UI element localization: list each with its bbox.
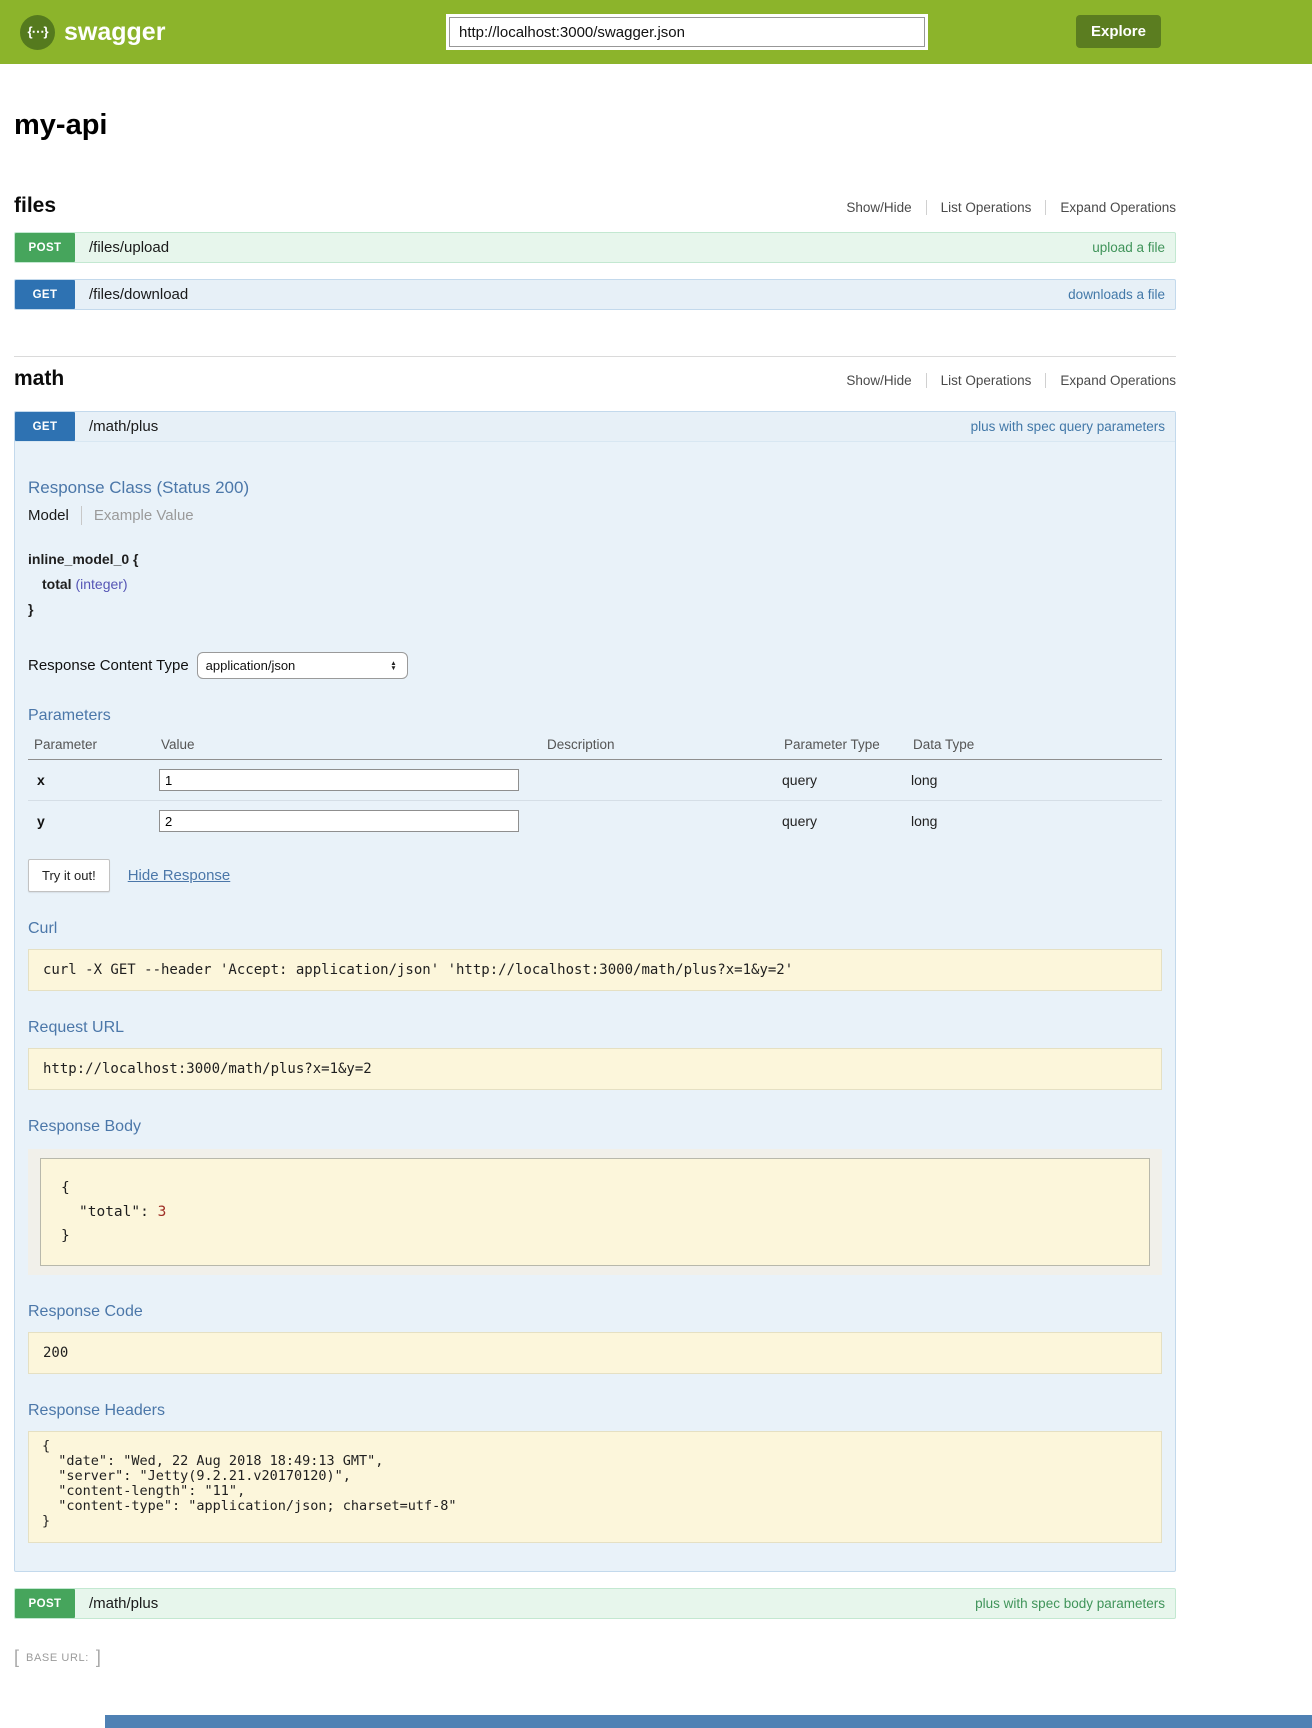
files-section-ops: Show/Hide List Operations Expand Operati… bbox=[832, 200, 1176, 215]
explore-button[interactable]: Explore bbox=[1076, 15, 1161, 48]
model-open-line: inline_model_0 { bbox=[28, 547, 1162, 572]
operation-content: Response Class (Status 200) Model Exampl… bbox=[15, 478, 1175, 1571]
endpoint-path[interactable]: /math/plus bbox=[89, 418, 158, 435]
col-description: Description bbox=[541, 729, 778, 760]
tab-example-value[interactable]: Example Value bbox=[94, 507, 194, 524]
files-section-title: files bbox=[14, 194, 56, 218]
select-arrows-icon: ▲▼ bbox=[390, 661, 396, 671]
response-class-heading: Response Class (Status 200) bbox=[28, 478, 1162, 498]
response-content-type-row: Response Content Type application/json ▲… bbox=[28, 652, 1162, 679]
list-operations-link[interactable]: List Operations bbox=[927, 373, 1047, 388]
base-url-footer: [ BASE URL: ] bbox=[14, 1647, 1176, 1668]
swagger-logo-icon: {⋯} bbox=[20, 15, 55, 50]
parameters-table: Parameter Value Description Parameter Ty… bbox=[28, 729, 1162, 841]
header-bar: {⋯} swagger Explore bbox=[0, 0, 1312, 64]
response-content-type-label: Response Content Type bbox=[28, 657, 189, 674]
try-it-out-button[interactable]: Try it out! bbox=[28, 859, 110, 892]
endpoint-row-get-files-download[interactable]: GET /files/download downloads a file bbox=[14, 279, 1176, 310]
parameter-row-y: y query long bbox=[28, 801, 1162, 842]
math-section-header: math Show/Hide List Operations Expand Op… bbox=[14, 367, 1176, 391]
col-parameter-type: Parameter Type bbox=[778, 729, 907, 760]
model-property-type: (integer) bbox=[75, 576, 127, 592]
response-code-box: 200 bbox=[28, 1332, 1162, 1374]
tab-model[interactable]: Model bbox=[28, 507, 69, 524]
response-body-json: { "total": 3 } bbox=[40, 1158, 1150, 1266]
page-title: my-api bbox=[14, 108, 1176, 142]
files-section-header: files Show/Hide List Operations Expand O… bbox=[14, 194, 1176, 218]
param-description bbox=[541, 760, 778, 801]
endpoint-summary-link[interactable]: downloads a file bbox=[1068, 287, 1165, 302]
method-badge-get: GET bbox=[15, 280, 75, 309]
json-total-line: "total": 3 bbox=[61, 1200, 1129, 1224]
json-open-brace: { bbox=[61, 1176, 1129, 1200]
response-body-heading: Response Body bbox=[28, 1118, 1162, 1136]
swagger-logo-text: swagger bbox=[64, 18, 165, 47]
col-parameter: Parameter bbox=[28, 729, 155, 760]
endpoint-expanded-get-math-plus: GET /math/plus plus with spec query para… bbox=[14, 411, 1176, 1572]
method-badge-post: POST bbox=[15, 233, 75, 262]
model-signature: inline_model_0 { total (integer) } bbox=[28, 547, 1162, 622]
request-url-heading: Request URL bbox=[28, 1019, 1162, 1037]
hide-response-link[interactable]: Hide Response bbox=[128, 867, 231, 884]
param-description bbox=[541, 801, 778, 842]
curl-heading: Curl bbox=[28, 920, 1162, 938]
response-headers-box: { "date": "Wed, 22 Aug 2018 18:49:13 GMT… bbox=[28, 1431, 1162, 1543]
param-data-type: long bbox=[907, 760, 1162, 801]
json-key: "total": bbox=[79, 1204, 149, 1220]
param-name: x bbox=[28, 760, 155, 801]
tab-separator bbox=[81, 506, 82, 525]
endpoint-summary-link[interactable]: upload a file bbox=[1092, 240, 1165, 255]
bracket-right: ] bbox=[96, 1647, 101, 1668]
endpoint-row-post-files-upload[interactable]: POST /files/upload upload a file bbox=[14, 232, 1176, 263]
model-property-line: total (integer) bbox=[42, 572, 1162, 597]
base-url-label: BASE URL: bbox=[26, 1652, 89, 1664]
endpoint-path[interactable]: /files/upload bbox=[89, 239, 169, 256]
endpoint-summary-link[interactable]: plus with spec body parameters bbox=[975, 1596, 1165, 1611]
response-class-tabs: Model Example Value bbox=[28, 506, 1162, 525]
api-url-input[interactable] bbox=[449, 17, 925, 47]
endpoint-summary-link[interactable]: plus with spec query parameters bbox=[971, 419, 1165, 434]
param-name: y bbox=[28, 801, 155, 842]
endpoint-path[interactable]: /math/plus bbox=[89, 1595, 158, 1612]
swagger-logo[interactable]: {⋯} swagger bbox=[20, 15, 165, 50]
param-input-x[interactable] bbox=[159, 769, 519, 791]
model-close-line: } bbox=[28, 597, 1162, 622]
request-url-box: http://localhost:3000/math/plus?x=1&y=2 bbox=[28, 1048, 1162, 1090]
col-data-type: Data Type bbox=[907, 729, 1162, 760]
param-type: query bbox=[778, 760, 907, 801]
show-hide-link[interactable]: Show/Hide bbox=[832, 373, 926, 388]
response-content-type-select[interactable]: application/json ▲▼ bbox=[197, 652, 408, 679]
list-operations-link[interactable]: List Operations bbox=[927, 200, 1047, 215]
curl-command-box: curl -X GET --header 'Accept: applicatio… bbox=[28, 949, 1162, 991]
endpoint-row-post-math-plus[interactable]: POST /math/plus plus with spec body para… bbox=[14, 1588, 1176, 1619]
section-divider bbox=[14, 356, 1176, 357]
parameters-header-row: Parameter Value Description Parameter Ty… bbox=[28, 729, 1162, 760]
selected-content-type: application/json bbox=[206, 658, 296, 673]
try-it-out-row: Try it out! Hide Response bbox=[28, 859, 1162, 892]
parameters-heading: Parameters bbox=[28, 707, 1162, 725]
main-content: my-api files Show/Hide List Operations E… bbox=[14, 108, 1176, 1668]
param-input-y[interactable] bbox=[159, 810, 519, 832]
json-value: 3 bbox=[158, 1204, 167, 1220]
expand-operations-link[interactable]: Expand Operations bbox=[1046, 200, 1176, 215]
method-badge-get: GET bbox=[15, 412, 75, 441]
math-section-ops: Show/Hide List Operations Expand Operati… bbox=[832, 373, 1176, 388]
expand-operations-link[interactable]: Expand Operations bbox=[1046, 373, 1176, 388]
bottom-blue-bar bbox=[105, 1715, 1312, 1728]
parameter-row-x: x query long bbox=[28, 760, 1162, 801]
json-close-brace: } bbox=[61, 1224, 1129, 1248]
param-type: query bbox=[778, 801, 907, 842]
param-data-type: long bbox=[907, 801, 1162, 842]
math-section-title: math bbox=[14, 367, 64, 391]
show-hide-link[interactable]: Show/Hide bbox=[832, 200, 926, 215]
response-body-container: { "total": 3 } bbox=[28, 1149, 1162, 1275]
response-code-heading: Response Code bbox=[28, 1303, 1162, 1321]
response-headers-heading: Response Headers bbox=[28, 1402, 1162, 1420]
model-property-name: total bbox=[42, 576, 72, 592]
col-value: Value bbox=[155, 729, 541, 760]
method-badge-post: POST bbox=[15, 1589, 75, 1618]
endpoint-row-get-math-plus[interactable]: GET /math/plus plus with spec query para… bbox=[15, 412, 1175, 442]
bracket-left: [ bbox=[14, 1647, 19, 1668]
endpoint-path[interactable]: /files/download bbox=[89, 286, 188, 303]
